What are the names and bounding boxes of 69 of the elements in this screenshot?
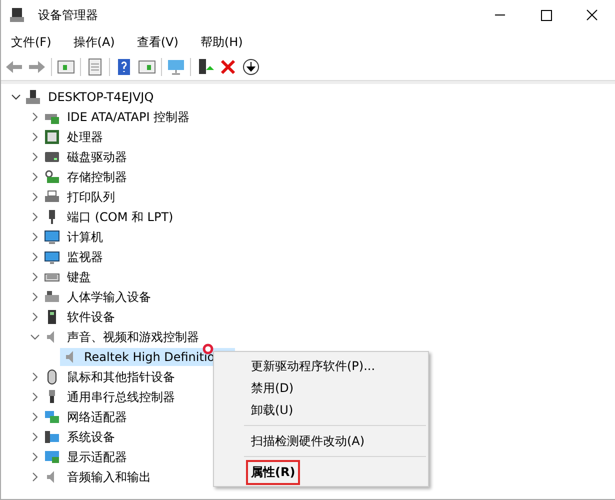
tree-item[interactable]: 软件设备 (65, 308, 117, 326)
tree-item[interactable]: 键盘 (65, 268, 93, 286)
tree-item[interactable]: 磁盘驱动器 (65, 148, 129, 166)
disk-drive-icon (44, 149, 60, 165)
chevron-icon[interactable] (30, 452, 40, 462)
computer-icon[interactable] (196, 58, 214, 76)
chevron-icon[interactable] (30, 472, 40, 482)
tree-item[interactable]: 计算机 (65, 228, 105, 246)
chevron-icon[interactable] (30, 152, 40, 162)
chevron-icon[interactable] (30, 212, 40, 222)
computer-monitor-icon (44, 229, 60, 245)
tree-item[interactable]: 人体学输入设备 (65, 288, 153, 306)
help-icon[interactable] (115, 58, 133, 76)
download-icon[interactable] (242, 58, 260, 76)
tree-item[interactable]: 处理器 (65, 128, 105, 146)
tree-item[interactable]: 显示适配器 (65, 448, 129, 466)
tree-item[interactable]: 通用串行总线控制器 (65, 388, 177, 406)
printer-icon (44, 189, 60, 205)
tree-item[interactable]: 监视器 (65, 248, 105, 266)
tree-item[interactable]: 声音、视频和游戏控制器 (65, 328, 201, 346)
chevron-icon[interactable] (30, 192, 40, 202)
menu-item[interactable]: 帮助(H) (193, 32, 250, 52)
chevron-icon[interactable] (30, 132, 40, 142)
document-icon[interactable] (86, 58, 104, 76)
chevron-icon[interactable] (30, 392, 40, 402)
panel-icon[interactable] (138, 58, 156, 76)
network-icon (44, 409, 60, 425)
tree-item[interactable]: 网络适配器 (65, 408, 129, 426)
panel-icon[interactable] (57, 58, 75, 76)
back-arrow-icon[interactable] (5, 58, 23, 76)
computer-icon (9, 7, 25, 23)
forward-arrow-icon[interactable] (28, 58, 46, 76)
menu-item[interactable]: 查看(V) (130, 32, 186, 52)
menu-item[interactable]: 操作(A) (66, 32, 122, 52)
tree-item[interactable]: 系统设备 (65, 428, 117, 446)
monitor-icon (44, 249, 60, 265)
chevron-icon[interactable] (30, 312, 40, 322)
tree-item[interactable]: 音频输入和输出 (65, 468, 153, 486)
tree-item[interactable]: 端口 (COM 和 LPT) (65, 208, 176, 226)
remove-icon[interactable] (219, 58, 237, 76)
display-adapter-icon (44, 449, 60, 465)
chevron-icon[interactable] (30, 372, 40, 382)
tree-item[interactable]: 打印队列 (65, 188, 117, 206)
menu-item[interactable]: 扫描检测硬件改动(A) (246, 428, 370, 454)
menu-item[interactable]: 更新驱动程序软件(P)... (246, 354, 380, 378)
window-title: 设备管理器 (38, 6, 98, 24)
menu-item[interactable]: 属性(R) (246, 460, 300, 484)
chevron-icon[interactable] (30, 432, 40, 442)
chip-icon (44, 129, 60, 145)
tree-item[interactable]: IDE ATA/ATAPI 控制器 (65, 108, 192, 126)
chevron-icon[interactable] (30, 112, 40, 122)
tree-item[interactable]: 存储控制器 (65, 168, 129, 186)
chevron-icon[interactable] (30, 412, 40, 422)
chevron-icon[interactable] (11, 92, 21, 102)
chevron-icon[interactable] (30, 332, 40, 342)
storage-controller-icon (44, 169, 60, 185)
system-device-icon (44, 429, 60, 445)
tree-item[interactable]: 鼠标和其他指针设备 (65, 368, 177, 386)
menu-item[interactable]: 禁用(D) (246, 376, 299, 400)
chevron-icon[interactable] (30, 272, 40, 282)
chevron-icon[interactable] (30, 252, 40, 262)
monitor-icon[interactable] (167, 58, 185, 76)
menu-item[interactable]: 文件(F) (4, 32, 58, 52)
computer-icon (25, 89, 41, 105)
menu-item[interactable]: 卸载(U) (246, 398, 298, 422)
chevron-icon[interactable] (30, 232, 40, 242)
chevron-icon[interactable] (30, 172, 40, 182)
tree-item[interactable]: DESKTOP-T4EJVJQ (46, 89, 156, 105)
chevron-icon[interactable] (30, 292, 40, 302)
